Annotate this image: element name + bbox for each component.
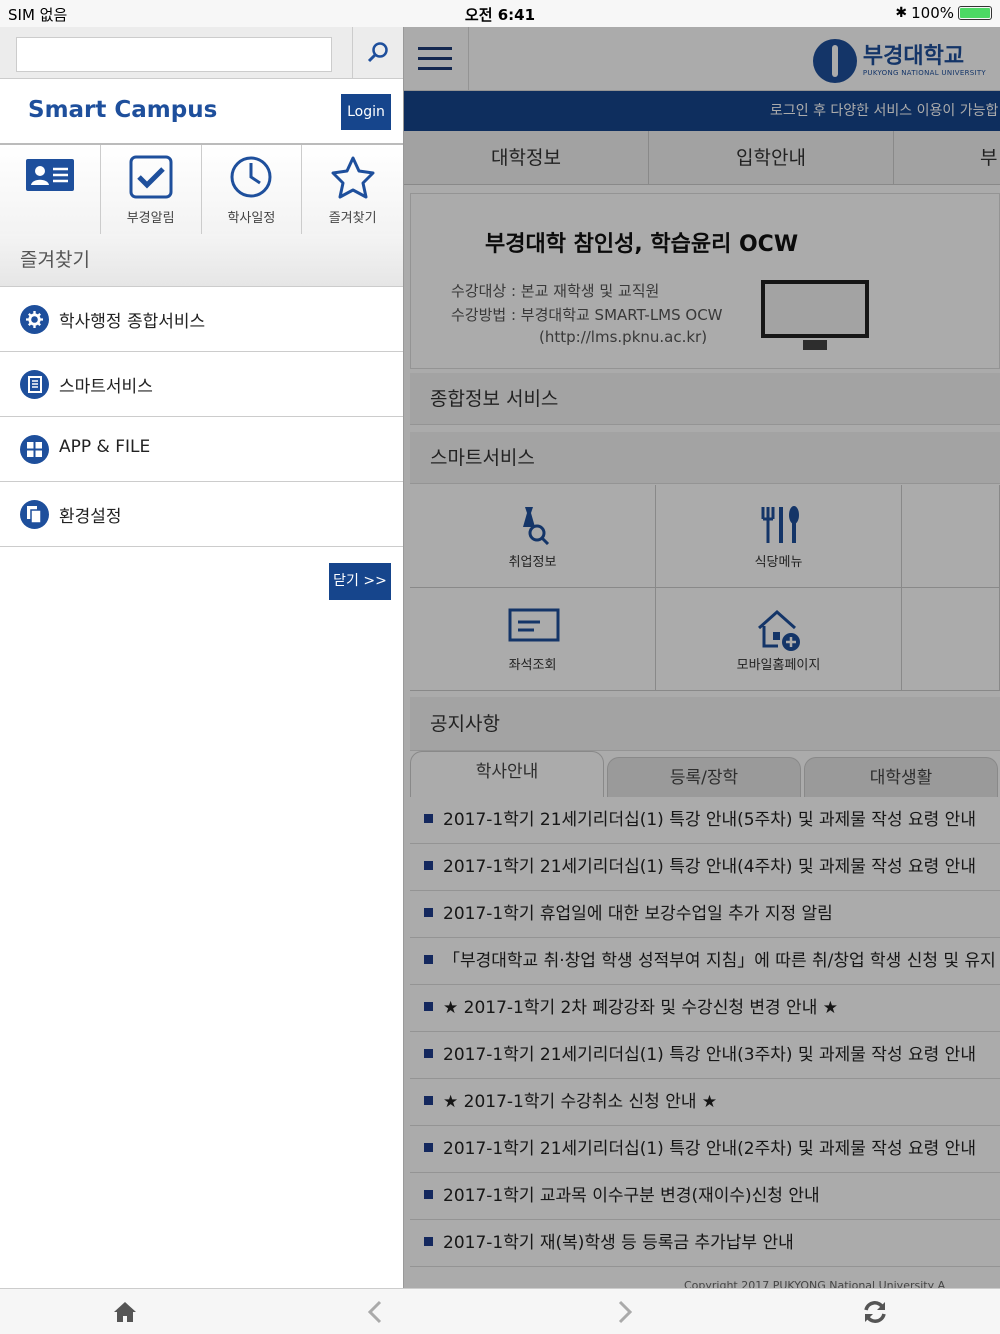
menu-item-label: 환경설정 [59, 507, 122, 527]
quick-favorites-label: 즐겨찾기 [328, 211, 377, 226]
menu-item-academic-admin[interactable]: 학사행정 종합서비스 [0, 287, 403, 352]
quick-schedule-label: 학사일정 [227, 211, 276, 226]
menu-item-label: APP & FILE [59, 437, 151, 457]
battery-icon [958, 6, 992, 20]
refresh-icon [864, 1301, 886, 1323]
status-bar: SIM 없음 오전 6:41 ✱ 100% [0, 0, 1000, 27]
quick-notifications[interactable]: 부경알림 [100, 145, 202, 234]
forward-button[interactable] [610, 1297, 640, 1327]
menu-list: 학사행정 종합서비스 스마트서비스 APP & FILE 환경설정 [0, 287, 403, 547]
id-card-icon [25, 159, 74, 191]
menu-item-app-file[interactable]: APP & FILE [0, 417, 403, 482]
menu-item-smart-service[interactable]: 스마트서비스 [0, 352, 403, 417]
gear-icon [20, 305, 49, 334]
chevron-left-icon [367, 1300, 382, 1324]
star-icon [331, 156, 375, 199]
menu-item-settings[interactable]: 환경설정 [0, 482, 403, 547]
favorites-header: 즐겨찾기 [0, 234, 403, 287]
login-button[interactable]: Login [341, 94, 391, 130]
brand-title: Smart Campus [28, 97, 218, 123]
quick-menu: 부경알림 학사일정 즐겨찾기 [0, 145, 403, 234]
browser-toolbar [0, 1288, 1000, 1334]
battery-fill [960, 8, 990, 18]
files-icon [20, 500, 49, 529]
quick-notifications-label: 부경알림 [126, 211, 175, 226]
refresh-button[interactable] [860, 1297, 890, 1327]
battery-percent: 100% [911, 4, 954, 22]
chevron-right-icon [618, 1300, 633, 1324]
search-input[interactable] [16, 37, 332, 72]
quick-id-card[interactable] [0, 145, 101, 234]
grid-icon [20, 435, 49, 464]
quick-schedule[interactable]: 학사일정 [201, 145, 303, 234]
page-dim-overlay[interactable] [404, 27, 1000, 1288]
side-menu: Smart Campus Login 부경알림 학사일정 즐겨찾기 즐겨찾기 학… [0, 27, 404, 1288]
status-time: 오전 6:41 [464, 6, 536, 24]
web-page: 부경대학교 PUKYONG NATIONAL UNIVERSITY 로그인 후 … [404, 27, 1000, 1288]
menu-item-label: 학사행정 종합서비스 [59, 312, 206, 332]
quick-favorites[interactable]: 즐겨찾기 [302, 145, 403, 234]
checkbox-icon [129, 155, 173, 199]
status-right: ✱ 100% [895, 4, 992, 22]
document-icon [20, 370, 49, 399]
clock-icon [230, 156, 272, 198]
home-icon [114, 1302, 136, 1322]
bluetooth-icon: ✱ [895, 5, 908, 21]
menu-item-label: 스마트서비스 [59, 377, 153, 397]
back-button[interactable] [360, 1297, 390, 1327]
search-button[interactable] [352, 27, 403, 79]
home-button[interactable] [110, 1297, 140, 1327]
brand-row: Smart Campus Login [0, 79, 403, 145]
close-menu-button[interactable]: 닫기 >> [329, 563, 391, 600]
search-icon [367, 42, 388, 63]
search-bar [0, 27, 403, 79]
